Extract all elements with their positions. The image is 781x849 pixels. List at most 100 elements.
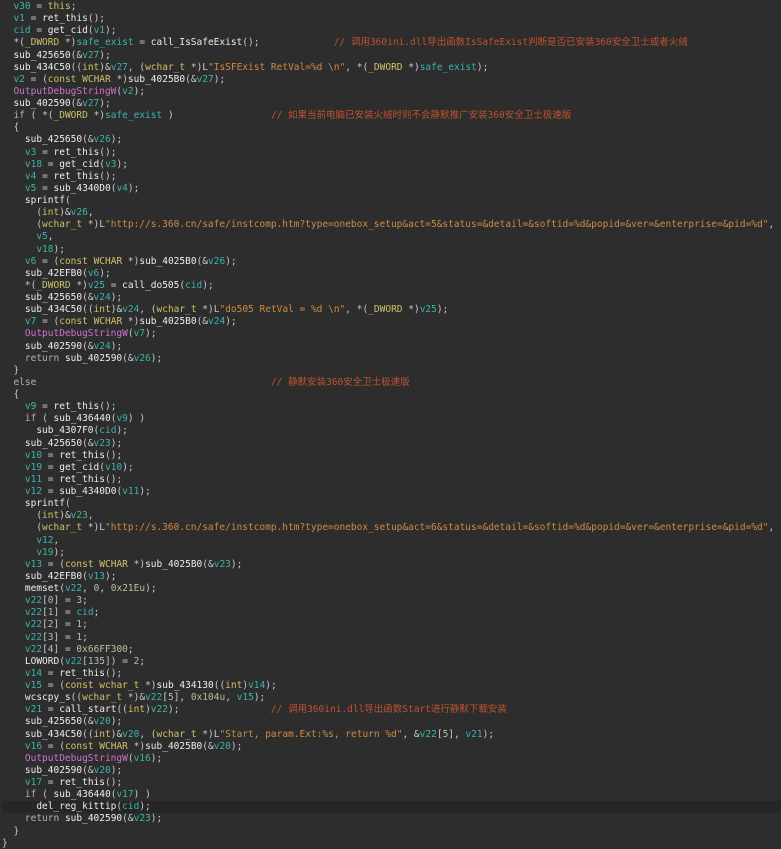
token-variable[interactable]: v22 bbox=[151, 704, 168, 715]
code-line[interactable]: if ( *(_DWORD *)safe_exist ) // 如果当前电脑已安… bbox=[2, 110, 781, 122]
token-string[interactable]: "IsSFExist RetVal=%d \n" bbox=[208, 62, 345, 73]
token-variable[interactable]: safe_exist bbox=[420, 62, 477, 73]
token-variable[interactable]: safe_exist bbox=[76, 37, 133, 48]
token-keyword[interactable]: return bbox=[25, 353, 59, 364]
token-type[interactable]: const bbox=[59, 256, 88, 267]
code-line[interactable]: v7 = (const WCHAR *)sub_4025B0(&v24); bbox=[2, 316, 781, 328]
token-type[interactable]: _DWORD bbox=[368, 304, 402, 315]
token-function[interactable]: get_cid bbox=[59, 159, 99, 170]
code-line[interactable]: sub_425650(&v20); bbox=[2, 716, 781, 728]
token-variable[interactable]: v15 bbox=[237, 692, 254, 703]
token-function[interactable]: ret_this bbox=[59, 474, 105, 485]
code-line[interactable]: del_reg_kittip(cid); bbox=[2, 801, 781, 813]
token-variable[interactable]: v4 bbox=[116, 183, 127, 194]
token-variable[interactable]: v22 bbox=[25, 632, 42, 643]
code-line[interactable]: v6 = (const WCHAR *)sub_4025B0(&v26); bbox=[2, 256, 781, 268]
token-import-function[interactable]: OutputDebugStringW bbox=[25, 328, 128, 339]
token-variable[interactable]: v2 bbox=[13, 74, 24, 85]
token-variable[interactable]: v18 bbox=[25, 159, 42, 170]
token-variable[interactable]: v20 bbox=[122, 729, 139, 740]
token-type[interactable]: _DWORD bbox=[368, 62, 402, 73]
code-line[interactable]: if ( sub_436440(v17) ) bbox=[2, 789, 781, 801]
token-variable[interactable]: v3 bbox=[25, 147, 36, 158]
token-function[interactable]: call_do505 bbox=[122, 280, 179, 291]
token-function[interactable]: sub_425650 bbox=[13, 50, 70, 61]
code-line[interactable]: sub_425650(&v27); bbox=[2, 50, 781, 62]
code-line[interactable]: sub_425650(&v24); bbox=[2, 292, 781, 304]
token-variable[interactable]: cid bbox=[122, 801, 139, 812]
code-line[interactable]: v1 = ret_this(); bbox=[2, 13, 781, 25]
token-keyword[interactable]: else bbox=[13, 377, 36, 388]
token-type[interactable]: int bbox=[42, 510, 59, 521]
token-function[interactable]: sub_402590 bbox=[25, 341, 82, 352]
code-line[interactable]: sub_434C50((int)&v24, (wchar_t *)L"do505… bbox=[2, 304, 781, 316]
token-function[interactable]: ret_this bbox=[54, 401, 100, 412]
token-variable[interactable]: v22 bbox=[420, 729, 437, 740]
token-variable[interactable]: v22 bbox=[25, 644, 42, 655]
code-line[interactable]: sub_42EFB0(v6); bbox=[2, 268, 781, 280]
token-function[interactable]: sub_402590 bbox=[65, 353, 122, 364]
token-function[interactable]: sprintf bbox=[25, 195, 65, 206]
token-function[interactable]: sub_434C50 bbox=[25, 304, 82, 315]
code-line[interactable]: v22[1] = cid; bbox=[2, 607, 781, 619]
token-function[interactable]: sub_425650 bbox=[25, 716, 82, 727]
token-number[interactable]: 0x66FF300 bbox=[76, 644, 127, 655]
token-type[interactable]: this bbox=[48, 1, 71, 12]
code-line[interactable]: } bbox=[2, 838, 781, 849]
token-type[interactable]: const bbox=[65, 680, 94, 691]
token-string[interactable]: "do505 RetVal = %d \n" bbox=[219, 304, 345, 315]
token-variable[interactable]: v22 bbox=[25, 607, 42, 618]
token-string[interactable]: "http://s.360.cn/safe/instcomp.htm?type=… bbox=[105, 522, 768, 533]
code-line[interactable]: v19 = get_cid(v10); bbox=[2, 462, 781, 474]
token-variable[interactable]: v19 bbox=[36, 547, 53, 558]
token-variable[interactable]: v10 bbox=[25, 450, 42, 461]
code-line[interactable]: v12, bbox=[2, 535, 781, 547]
token-variable[interactable]: v10 bbox=[105, 462, 122, 473]
code-line[interactable]: v22[3] = 1; bbox=[2, 632, 781, 644]
code-line[interactable]: v17 = ret_this(); bbox=[2, 777, 781, 789]
token-variable[interactable]: v20 bbox=[94, 716, 111, 727]
token-variable[interactable]: v9 bbox=[116, 413, 127, 424]
code-line[interactable]: sub_434C50((int)&v27, (wchar_t *)L"IsSFE… bbox=[2, 62, 781, 74]
token-type[interactable]: WCHAR bbox=[94, 256, 123, 267]
token-type[interactable]: int bbox=[94, 729, 111, 740]
token-variable[interactable]: v22 bbox=[25, 619, 42, 630]
token-keyword[interactable]: return bbox=[25, 813, 59, 824]
token-variable[interactable]: v17 bbox=[25, 777, 42, 788]
token-number[interactable]: 0x104u bbox=[191, 692, 225, 703]
token-import-function[interactable]: OutputDebugStringW bbox=[25, 753, 128, 764]
code-line[interactable]: v22[4] = 0x66FF300; bbox=[2, 644, 781, 656]
code-line[interactable]: return sub_402590(&v23); bbox=[2, 813, 781, 825]
code-line[interactable]: OutputDebugStringW(v2); bbox=[2, 86, 781, 98]
token-variable[interactable]: v3 bbox=[105, 159, 116, 170]
token-function[interactable]: sprintf bbox=[25, 498, 65, 509]
token-variable[interactable]: v27 bbox=[82, 50, 99, 61]
code-line[interactable]: *(_DWORD *)v25 = call_do505(cid); bbox=[2, 280, 781, 292]
token-variable[interactable]: v16 bbox=[25, 741, 42, 752]
token-function[interactable]: LOWORD bbox=[25, 656, 59, 667]
token-variable[interactable]: v22 bbox=[65, 583, 82, 594]
token-variable[interactable]: v12 bbox=[25, 486, 42, 497]
token-variable[interactable]: v26 bbox=[71, 207, 88, 218]
token-type[interactable]: wchar_t bbox=[82, 692, 122, 703]
code-line[interactable]: v12 = sub_4340D0(v11); bbox=[2, 486, 781, 498]
token-function[interactable]: get_cid bbox=[59, 462, 99, 473]
code-line[interactable]: v11 = ret_this(); bbox=[2, 474, 781, 486]
code-line[interactable]: v14 = ret_this(); bbox=[2, 668, 781, 680]
token-variable[interactable]: v18 bbox=[36, 244, 53, 255]
token-variable[interactable]: v7 bbox=[134, 328, 145, 339]
token-function[interactable]: ret_this bbox=[59, 450, 105, 461]
token-function[interactable]: sub_4025B0 bbox=[139, 256, 196, 267]
token-variable[interactable]: v26 bbox=[94, 134, 111, 145]
token-function[interactable]: ret_this bbox=[59, 777, 105, 788]
token-function[interactable]: call_start bbox=[59, 704, 116, 715]
token-variable[interactable]: cid bbox=[185, 280, 202, 291]
token-variable[interactable]: v23 bbox=[134, 813, 151, 824]
token-variable[interactable]: cid bbox=[13, 25, 30, 36]
token-type[interactable]: int bbox=[128, 704, 145, 715]
token-function[interactable]: memset bbox=[25, 583, 59, 594]
token-variable[interactable]: v27 bbox=[197, 74, 214, 85]
token-variable[interactable]: v16 bbox=[134, 753, 151, 764]
token-function[interactable]: sub_425650 bbox=[25, 134, 82, 145]
token-variable[interactable]: v1 bbox=[13, 13, 24, 24]
